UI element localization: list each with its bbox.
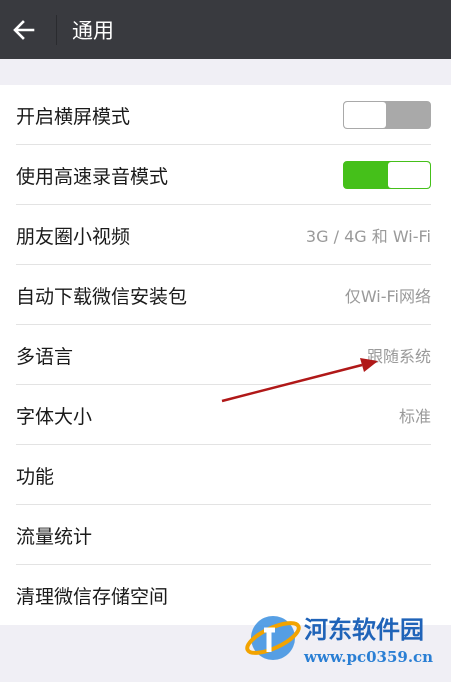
- watermark-name: 河东软件园: [304, 615, 424, 644]
- setting-row-landscape[interactable]: 开启横屏模式: [0, 85, 451, 145]
- switch-knob: [344, 102, 386, 128]
- setting-row-features[interactable]: 功能: [0, 445, 451, 505]
- hq-recording-switch[interactable]: [343, 161, 431, 189]
- setting-row-data-usage[interactable]: 流量统计: [0, 505, 451, 565]
- top-bar: 通用: [0, 0, 451, 59]
- setting-row-language[interactable]: 多语言 跟随系统: [0, 325, 451, 385]
- back-arrow-icon: [13, 19, 35, 40]
- setting-label: 功能: [16, 465, 55, 488]
- setting-value: 标准: [398, 407, 431, 426]
- setting-value: 跟随系统: [366, 347, 431, 366]
- setting-label: 开启横屏模式: [16, 105, 131, 128]
- settings-list: 开启横屏模式 使用高速录音模式 朋友圈小视频 3G / 4G 和 Wi-Fi 自…: [0, 85, 451, 625]
- setting-label: 朋友圈小视频: [16, 225, 131, 248]
- watermark-logo-icon: [245, 616, 301, 660]
- watermark-url: www.pc0359.cn: [304, 648, 434, 666]
- setting-label: 使用高速录音模式: [16, 165, 169, 188]
- landscape-mode-switch[interactable]: [343, 101, 431, 129]
- setting-label: 多语言: [16, 345, 74, 368]
- setting-label: 流量统计: [16, 525, 93, 548]
- setting-row-font-size[interactable]: 字体大小 标准: [0, 385, 451, 445]
- setting-row-moments-video[interactable]: 朋友圈小视频 3G / 4G 和 Wi-Fi: [0, 205, 451, 265]
- setting-label: 自动下载微信安装包: [16, 285, 188, 308]
- back-button[interactable]: [0, 0, 48, 59]
- switch-knob: [388, 162, 430, 188]
- setting-label: 清理微信存储空间: [16, 585, 169, 608]
- setting-row-hq-recording[interactable]: 使用高速录音模式: [0, 145, 451, 205]
- setting-label: 字体大小: [16, 405, 93, 428]
- page-title: 通用: [72, 18, 114, 43]
- site-watermark: 河东软件园 www.pc0359.cn: [244, 606, 451, 676]
- header-divider: [56, 14, 57, 45]
- setting-value: 3G / 4G 和 Wi-Fi: [305, 227, 431, 246]
- setting-row-auto-download[interactable]: 自动下载微信安装包 仅Wi-Fi网络: [0, 265, 451, 325]
- setting-value: 仅Wi-Fi网络: [344, 287, 431, 306]
